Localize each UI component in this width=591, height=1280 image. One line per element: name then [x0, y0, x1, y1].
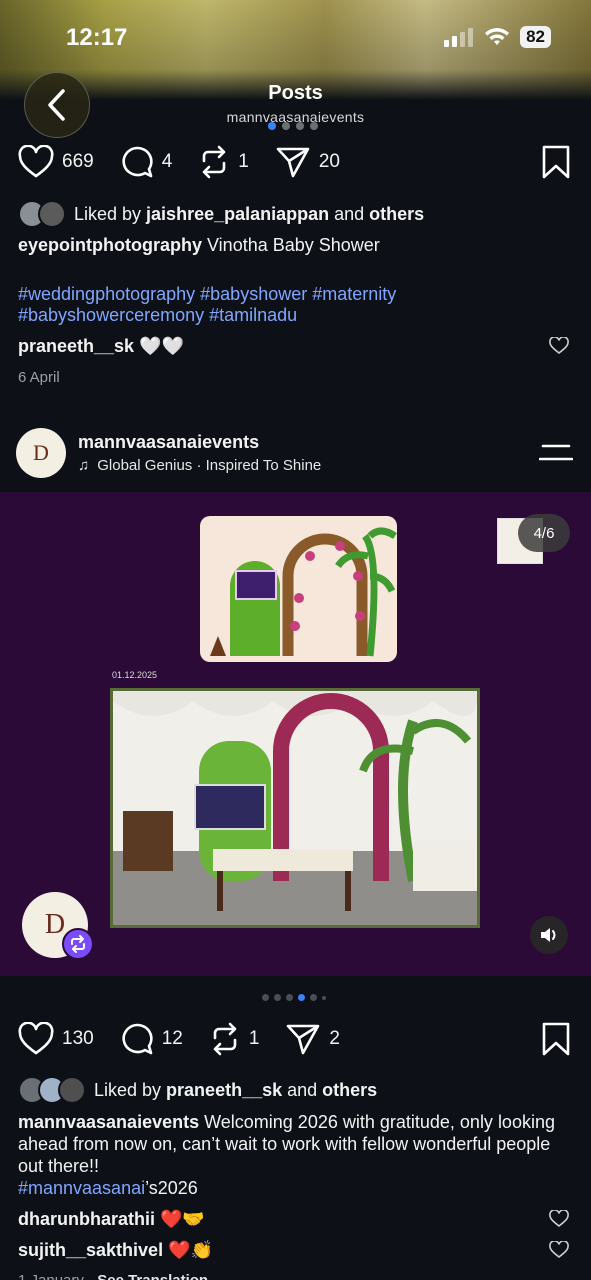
decor-illustration-card [200, 516, 397, 662]
heart-icon [18, 1022, 54, 1055]
post2-profile-avatar[interactable]: D [16, 428, 66, 478]
post2-comment-count: 12 [161, 1028, 183, 1049]
post2-action-bar: 130 12 1 2 [18, 1022, 571, 1056]
post1-hashtags-line1[interactable]: #weddingphotography #babyshower #materni… [18, 283, 571, 305]
stage-decor-photo [110, 688, 480, 928]
comment-like-heart-icon[interactable] [549, 1241, 569, 1259]
post2-comment-1: dharunbharathii ❤️🤝 [18, 1209, 205, 1229]
music-note-icon: ♫ [78, 457, 90, 474]
post2-username[interactable]: mannvaasanaievents [78, 432, 259, 453]
carousel-dots [262, 994, 326, 1001]
post1-repost-button[interactable]: 1 [198, 145, 249, 179]
image-date-label: 01.12.2025 [112, 670, 158, 680]
post2-repost-button[interactable]: 1 [209, 1022, 260, 1056]
repost-icon [213, 1022, 237, 1056]
comment-icon [122, 146, 153, 178]
carousel-counter: 4/6 [518, 514, 570, 552]
post2-like-count: 130 [62, 1028, 94, 1049]
see-translation-link[interactable]: See Translation [97, 1272, 208, 1280]
wifi-icon [485, 28, 510, 45]
bookmark-icon[interactable] [541, 145, 571, 179]
status-time: 12:17 [66, 24, 128, 51]
comment-username[interactable]: sujith__sakthivel [18, 1240, 163, 1260]
comment-username[interactable]: praneeth__sk [18, 336, 134, 356]
top-pagination-dots [268, 122, 318, 130]
liked-by-user[interactable]: jaishree_palaniappan [146, 204, 329, 225]
repost-icon [202, 145, 226, 179]
post1-share-count: 20 [318, 151, 340, 172]
post2-liked-by[interactable]: Liked by praneeth__sk and others [18, 1076, 377, 1104]
post1-repost-count: 1 [238, 151, 249, 172]
liker-avatar [58, 1076, 86, 1104]
cellular-signal-icon [444, 28, 474, 47]
post2-date: 1 January [18, 1272, 84, 1280]
page-title: Posts [268, 82, 323, 104]
post1-date: 6 April [18, 369, 60, 386]
post2-media-carousel[interactable]: 4/6 01.12.2025 D [0, 492, 591, 976]
post1-caption: eyepointphotography Vinotha Baby Shower [18, 235, 380, 255]
send-icon [287, 1024, 320, 1055]
liked-by-others[interactable]: others [322, 1080, 377, 1101]
post1-like-count: 669 [62, 151, 94, 172]
post2-caption-tag: #mannvaasanai’s2026 [18, 1178, 198, 1198]
comment-like-heart-icon[interactable] [549, 337, 569, 355]
liked-by-others[interactable]: others [369, 204, 424, 225]
post2-audio[interactable]: ♫ Global Genius · Inspired To Shine [78, 457, 321, 474]
post2-repost-count: 1 [248, 1028, 260, 1049]
post1-hashtags-line2[interactable]: #babyshowerceremony #tamilnadu [18, 304, 571, 326]
send-icon [276, 147, 310, 178]
post2-comment-button[interactable]: 12 [120, 1022, 183, 1056]
bookmark-icon[interactable] [541, 1022, 571, 1056]
battery-indicator: 82 [520, 26, 551, 48]
sound-toggle-button[interactable] [530, 916, 568, 954]
caption-username[interactable]: eyepointphotography [18, 235, 202, 255]
caption-hashtag[interactable]: #mannvaasanai [18, 1178, 145, 1198]
heart-icon [18, 145, 54, 178]
arch-illustration [210, 527, 397, 657]
post1-comment-button[interactable]: 4 [120, 145, 173, 179]
post2-footer: 1 January · See Translation [18, 1270, 571, 1280]
post1-comment: praneeth__sk 🤍🤍 [18, 336, 184, 356]
stage-photo-illustration [113, 691, 477, 925]
post1-comment-count: 4 [161, 151, 173, 172]
repost-icon [71, 935, 85, 953]
post1-action-bar: 669 4 1 20 [18, 145, 571, 179]
liker-avatar [38, 200, 66, 228]
speaker-icon [541, 928, 556, 942]
status-icons: 82 [444, 26, 551, 48]
post1-like-button[interactable]: 669 [18, 145, 94, 179]
post2-share-button[interactable]: 2 [285, 1022, 340, 1056]
caption-username[interactable]: mannvaasanaievents [18, 1112, 199, 1132]
more-menu-icon[interactable] [539, 443, 573, 463]
post2-like-button[interactable]: 130 [18, 1022, 94, 1056]
post1-share-button[interactable]: 20 [275, 145, 340, 179]
comment-username[interactable]: dharunbharathii [18, 1209, 155, 1229]
liked-by-user[interactable]: praneeth__sk [166, 1080, 282, 1101]
repost-badge [62, 928, 94, 960]
post1-liked-by[interactable]: Liked by jaishree_palaniappan and others [18, 200, 424, 228]
post2-comment-2: sujith__sakthivel ❤️👏 [18, 1240, 213, 1260]
post2-caption: mannvaasanaievents Welcoming 2026 with g… [18, 1112, 555, 1176]
comment-icon [122, 1023, 153, 1055]
comment-like-heart-icon[interactable] [549, 1210, 569, 1228]
post2-share-count: 2 [329, 1028, 340, 1049]
